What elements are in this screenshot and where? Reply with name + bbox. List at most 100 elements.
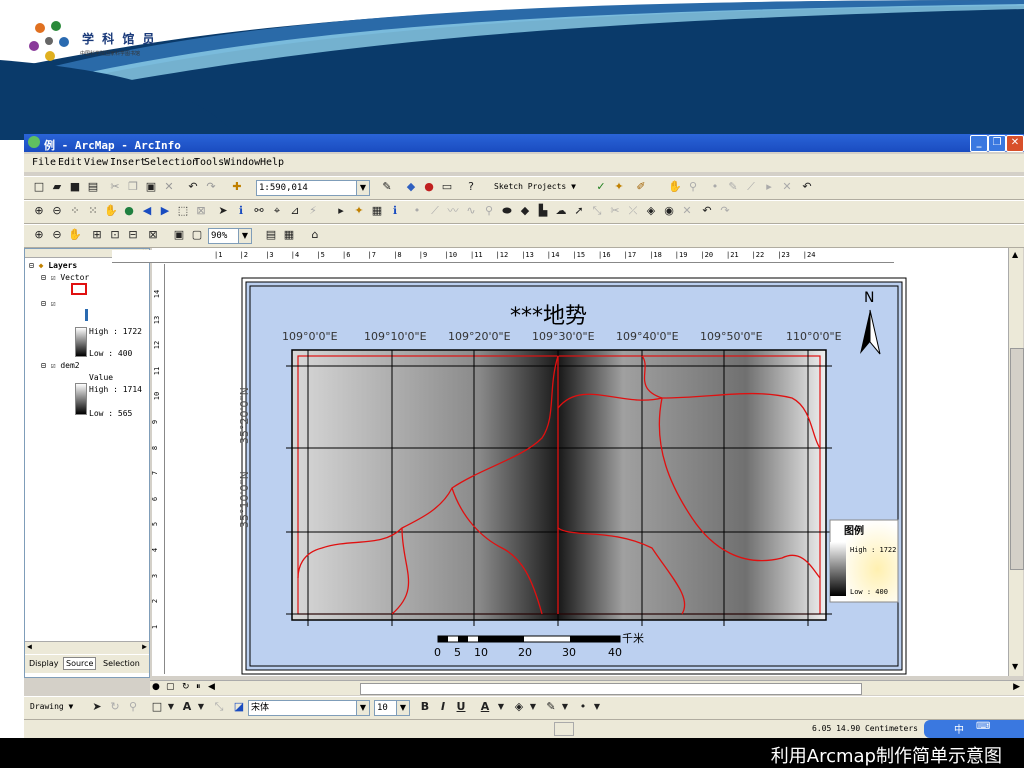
cut-icon[interactable]: ✂ — [108, 180, 122, 194]
clear-selection-icon[interactable]: ⊠ — [194, 204, 208, 218]
zoom-dropdown-icon[interactable]: ▼ — [238, 228, 252, 244]
toolbox-icon[interactable]: ● — [422, 180, 436, 194]
copy-icon[interactable]: ❐ — [126, 180, 140, 194]
delete-vertex-icon[interactable]: ✕ — [680, 204, 694, 218]
line-icon[interactable]: ⟋ — [744, 180, 758, 194]
scroll-up-icon[interactable]: ▲ — [1012, 250, 1018, 259]
editor-icon[interactable]: ✎ — [380, 180, 394, 194]
layout-zoom-out-icon[interactable]: ⊖ — [50, 228, 64, 242]
text-dropdown-icon[interactable]: ▼ — [194, 700, 208, 714]
fill-color-dropdown-icon[interactable]: ▼ — [526, 700, 540, 714]
scroll-thumb[interactable] — [1010, 348, 1024, 570]
edit-vertices2-icon[interactable]: ⤡ — [212, 700, 226, 714]
add-data-icon[interactable]: ✚ — [230, 180, 244, 194]
pause-icon[interactable]: ⏸ — [196, 682, 201, 692]
save-icon[interactable]: ■ — [68, 180, 82, 194]
select-element-icon[interactable]: ➤ — [90, 700, 104, 714]
undo-icon[interactable]: ↶ — [186, 180, 200, 194]
shape-icon[interactable]: ▙ — [536, 204, 550, 218]
tab-selection[interactable]: Selection — [103, 659, 140, 668]
split-icon[interactable]: ⤫ — [626, 204, 640, 218]
edit-tool-icon[interactable]: ✎ — [726, 180, 740, 194]
menu-edit[interactable]: Edit — [58, 157, 82, 168]
scroll-right-icon[interactable]: ▶ — [142, 642, 147, 651]
h-scroll-left-icon[interactable]: ◀ — [208, 682, 215, 692]
marker-color-icon[interactable]: • — [576, 700, 590, 714]
paste-icon[interactable]: ▣ — [144, 180, 158, 194]
sketch-projects-dropdown[interactable]: Sketch Projects ▼ — [494, 182, 576, 191]
data-driven-icon[interactable]: ▦ — [282, 228, 296, 242]
scroll-left-icon[interactable]: ◀ — [27, 642, 32, 651]
line-color-icon[interactable]: ✎ — [544, 700, 558, 714]
new-icon[interactable]: □ — [32, 180, 46, 194]
collapse-icon[interactable]: ⊟ — [29, 261, 34, 270]
h-scroll-right-icon[interactable]: ▶ — [1013, 682, 1020, 692]
cut-polygon-icon[interactable]: ✂ — [608, 204, 622, 218]
pan-icon[interactable]: ✋ — [668, 180, 682, 194]
edit-vertices-icon[interactable]: ▸ — [334, 204, 348, 218]
menu-view[interactable]: View — [84, 157, 108, 168]
layout-view[interactable]: ***地势 N 109°0'0"E 109°10'0"E 109°20'0"E … — [152, 248, 1024, 676]
scroll-down-icon[interactable]: ▼ — [1012, 662, 1018, 671]
maximize-button[interactable]: ❐ — [988, 135, 1006, 152]
sketch-point-icon[interactable]: • — [410, 204, 424, 218]
rectangle-dropdown-icon[interactable]: ▼ — [164, 700, 178, 714]
font-size-dropdown-icon[interactable]: ▼ — [396, 700, 410, 716]
dem2-checkbox[interactable]: ☑ — [51, 361, 56, 370]
font-icon[interactable]: ◪ — [232, 700, 246, 714]
layout-view-icon[interactable]: ▢ — [166, 682, 175, 692]
sketch-magnify-icon[interactable]: ⚲ — [482, 204, 496, 218]
point-icon[interactable]: • — [708, 180, 722, 194]
undo2-icon[interactable]: ↶ — [800, 180, 814, 194]
measure-icon[interactable]: ⊿ — [288, 204, 302, 218]
command-line-icon[interactable]: ▭ — [440, 180, 454, 194]
print-icon[interactable]: ▤ — [86, 180, 100, 194]
redo3-icon[interactable]: ↷ — [718, 204, 732, 218]
open-icon[interactable]: ▰ — [50, 180, 64, 194]
data-view-icon[interactable]: ● — [152, 682, 160, 692]
zoom-to-icon[interactable]: ⚲ — [126, 700, 140, 714]
pan-tool-icon[interactable]: ✋ — [104, 204, 118, 218]
full-extent-icon[interactable]: ● — [122, 204, 136, 218]
layout-zoom-in-icon[interactable]: ⊕ — [32, 228, 46, 242]
line-color-dropdown-icon[interactable]: ▼ — [558, 700, 572, 714]
edit-annotation-icon[interactable]: ✦ — [352, 204, 366, 218]
select-elements-icon[interactable]: ➤ — [216, 204, 230, 218]
scale-field[interactable]: 1:590,014 — [256, 180, 358, 196]
zoom-whole-page-icon[interactable]: ⊞ — [90, 228, 104, 242]
bold-button[interactable]: B — [418, 700, 432, 714]
sketch-curve-icon[interactable]: ∿ — [464, 204, 478, 218]
layout-pan-icon[interactable]: ✋ — [68, 228, 82, 242]
reshape-icon[interactable]: ⤡ — [590, 204, 604, 218]
font-color-dropdown-icon[interactable]: ▼ — [494, 700, 508, 714]
zoom-out-icon[interactable]: ⊖ — [50, 204, 64, 218]
identify-icon[interactable]: ℹ — [234, 204, 248, 218]
toc-vector-row[interactable]: ⊟ ☑ Vector — [41, 273, 89, 282]
undo3-icon[interactable]: ↶ — [700, 204, 714, 218]
cursor-shape-icon[interactable]: ➚ — [572, 204, 586, 218]
rectangle-icon[interactable]: □ — [150, 700, 164, 714]
sketch-edit-icon[interactable]: ✐ — [634, 180, 648, 194]
tab-source[interactable]: Source — [63, 657, 97, 670]
info-icon[interactable]: ℹ — [388, 204, 402, 218]
font-color-icon[interactable]: A — [478, 700, 492, 714]
tray-icon[interactable]: ⌨ — [976, 721, 990, 732]
sketch-line-icon[interactable]: ⟋ — [428, 204, 442, 218]
h-scroll-thumb[interactable] — [360, 683, 862, 695]
forward-extent-icon[interactable]: ▶ — [158, 204, 172, 218]
sketch-polyline-icon[interactable]: 〰 — [446, 204, 460, 218]
fixed-zoom-out-icon[interactable]: ⁙ — [86, 204, 100, 218]
redo-icon[interactable]: ↷ — [204, 180, 218, 194]
marker-color-dropdown-icon[interactable]: ▼ — [590, 700, 604, 714]
italic-button[interactable]: I — [436, 700, 450, 714]
toc-hscrollbar[interactable]: ◀ ▶ — [25, 641, 149, 654]
ime-icon[interactable]: 中 — [954, 721, 964, 736]
hyperlink-icon[interactable]: ⚡ — [306, 204, 320, 218]
magnify-icon[interactable]: ⚲ — [686, 180, 700, 194]
drawing-dropdown[interactable]: Drawing ▼ — [30, 702, 73, 711]
dem2-collapse-icon[interactable]: ⊟ — [41, 361, 46, 370]
scale-dropdown-icon[interactable]: ▼ — [356, 180, 370, 196]
delete-icon[interactable]: ✕ — [162, 180, 176, 194]
menu-tools[interactable]: Tools — [194, 157, 224, 168]
cloud-icon[interactable]: ☁ — [554, 204, 568, 218]
